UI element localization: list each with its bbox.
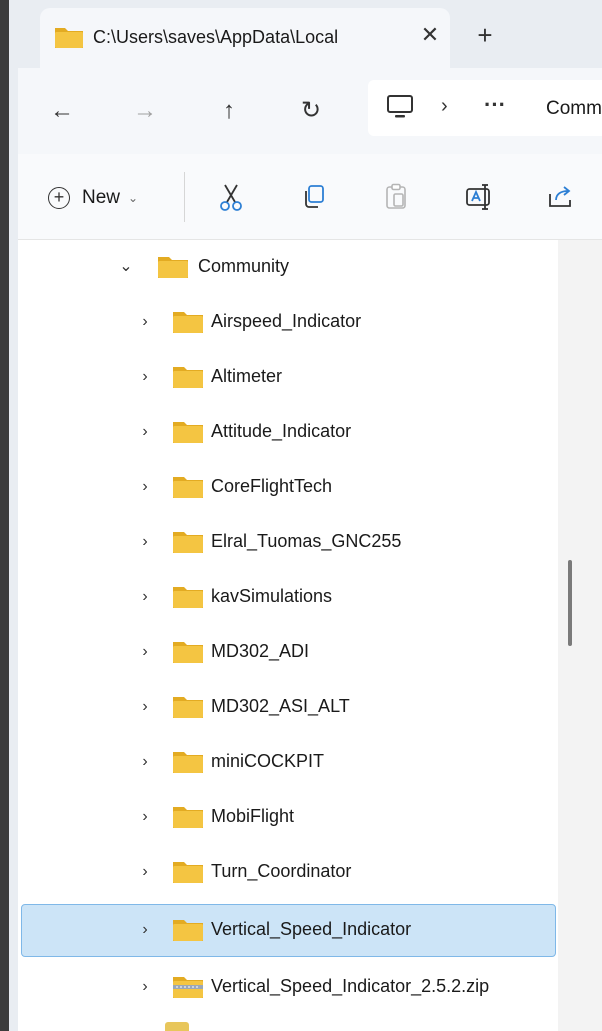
chevron-right-icon[interactable]: › — [135, 311, 155, 333]
chevron-right-icon[interactable]: › — [135, 806, 155, 828]
tree-item[interactable]: › Elral_Tuomas_GNC255 — [18, 515, 558, 570]
folder-icon — [173, 477, 203, 498]
chevron-right-icon[interactable]: › — [135, 641, 155, 663]
paste-icon[interactable] — [381, 182, 411, 212]
breadcrumb-overflow-button[interactable]: ··· — [484, 92, 506, 118]
folder-icon — [173, 587, 203, 608]
tree-item[interactable]: › MD302_ASI_ALT — [18, 680, 558, 735]
window-edge-inner — [9, 0, 18, 1031]
tree-item[interactable]: › kavSimulations — [18, 570, 558, 625]
chevron-down-icon: ⌄ — [128, 191, 139, 205]
copy-icon[interactable] — [299, 182, 329, 212]
folder-icon — [173, 642, 203, 663]
tree-item-selected[interactable]: › Vertical_Speed_Indicator — [18, 903, 558, 958]
breadcrumb-community[interactable]: Comm — [546, 98, 602, 120]
navigation-tree: ⌄ Community › Airspeed_Indicator › Altim… — [18, 240, 558, 1031]
navigation-bar: ← → ↑ ↻ › ··· Comm — [18, 68, 602, 154]
tree-item[interactable]: › MD302_ADI — [18, 625, 558, 680]
folder-icon — [173, 422, 203, 443]
folder-icon — [173, 920, 203, 941]
command-bar: + New ⌄ — [18, 154, 602, 240]
folder-icon — [158, 257, 188, 278]
tree-item[interactable]: › Turn_Coordinator — [18, 845, 558, 900]
tab-title: C:\Users\saves\AppData\Local — [93, 27, 339, 47]
tree-item[interactable]: › Vertical_Speed_Indicator_2.5.2.zip — [18, 960, 558, 1015]
chevron-right-icon[interactable]: › — [135, 919, 155, 941]
new-button[interactable]: + New ⌄ — [48, 182, 138, 214]
content-pane[interactable] — [558, 240, 602, 1031]
chevron-right-icon[interactable]: › — [135, 751, 155, 773]
chevron-right-icon[interactable]: › — [135, 696, 155, 718]
new-button-label: New — [82, 187, 121, 208]
tab-current-folder[interactable]: C:\Users\saves\AppData\Local ✕ — [40, 8, 450, 68]
cut-icon[interactable] — [216, 182, 246, 212]
scrollbar-thumb[interactable] — [568, 560, 572, 646]
tree-item-label: Attitude_Indicator — [211, 421, 352, 441]
folder-icon — [173, 752, 203, 773]
chevron-right-icon[interactable]: › — [135, 861, 155, 883]
folder-icon-partial — [165, 1022, 189, 1031]
close-tab-icon[interactable]: ✕ — [418, 23, 442, 47]
add-circle-icon: + — [48, 187, 70, 209]
chevron-right-icon[interactable]: › — [135, 421, 155, 443]
tree-item[interactable]: › CoreFlightTech — [18, 460, 558, 515]
refresh-icon[interactable]: ↻ — [294, 94, 328, 128]
tree-item-label: Turn_Coordinator — [211, 861, 352, 881]
chevron-down-icon[interactable]: ⌄ — [116, 256, 136, 278]
tree-item-label: MD302_ADI — [211, 641, 310, 661]
window-edge — [0, 0, 9, 1031]
tree-item-label: MobiFlight — [211, 806, 295, 826]
rename-icon[interactable] — [464, 182, 494, 212]
folder-icon — [173, 697, 203, 718]
folder-icon — [55, 28, 83, 48]
forward-icon[interactable]: → — [128, 94, 162, 128]
zip-folder-icon — [173, 977, 203, 998]
folder-icon — [173, 312, 203, 333]
folder-icon — [173, 367, 203, 388]
tree-item[interactable]: › miniCOCKPIT — [18, 735, 558, 790]
folder-icon — [173, 807, 203, 828]
up-icon[interactable]: ↑ — [212, 94, 246, 128]
chevron-right-icon[interactable]: › — [135, 366, 155, 388]
tab-strip: C:\Users\saves\AppData\Local ✕ + — [18, 0, 602, 68]
back-icon[interactable]: ← — [45, 94, 79, 128]
tree-item-label: MD302_ASI_ALT — [211, 696, 350, 716]
share-icon[interactable] — [546, 182, 576, 212]
tree-item[interactable]: › Altimeter — [18, 350, 558, 405]
chevron-right-icon[interactable]: › — [135, 586, 155, 608]
tree-item-label: CoreFlightTech — [211, 476, 333, 496]
tree-item-label: Vertical_Speed_Indicator_2.5.2.zip — [211, 976, 490, 996]
chevron-right-icon[interactable]: › — [135, 476, 155, 498]
new-tab-button[interactable]: + — [470, 20, 500, 50]
address-bar[interactable]: › ··· Comm — [368, 80, 602, 136]
tree-item-label: Community — [198, 256, 290, 276]
chevron-right-icon[interactable]: › — [135, 976, 155, 998]
tree-item-label: Elral_Tuomas_GNC255 — [211, 531, 402, 551]
chevron-right-icon[interactable]: › — [135, 531, 155, 553]
tree-item-label: miniCOCKPIT — [211, 751, 325, 771]
tree-item-label: Vertical_Speed_Indicator — [211, 919, 412, 939]
tree-item[interactable]: › MobiFlight — [18, 790, 558, 845]
tree-item[interactable]: › Airspeed_Indicator — [18, 295, 558, 350]
breadcrumb-separator-icon[interactable]: › — [441, 95, 448, 118]
folder-icon — [173, 532, 203, 553]
tree-item-community[interactable]: ⌄ Community — [18, 240, 558, 295]
command-separator — [184, 172, 185, 222]
tree-item-label: Altimeter — [211, 366, 283, 386]
tree-item[interactable]: › Attitude_Indicator — [18, 405, 558, 460]
folder-icon — [173, 862, 203, 883]
tree-item-label: Airspeed_Indicator — [211, 311, 362, 331]
this-pc-icon — [387, 95, 413, 118]
tree-item-label: kavSimulations — [211, 586, 333, 606]
